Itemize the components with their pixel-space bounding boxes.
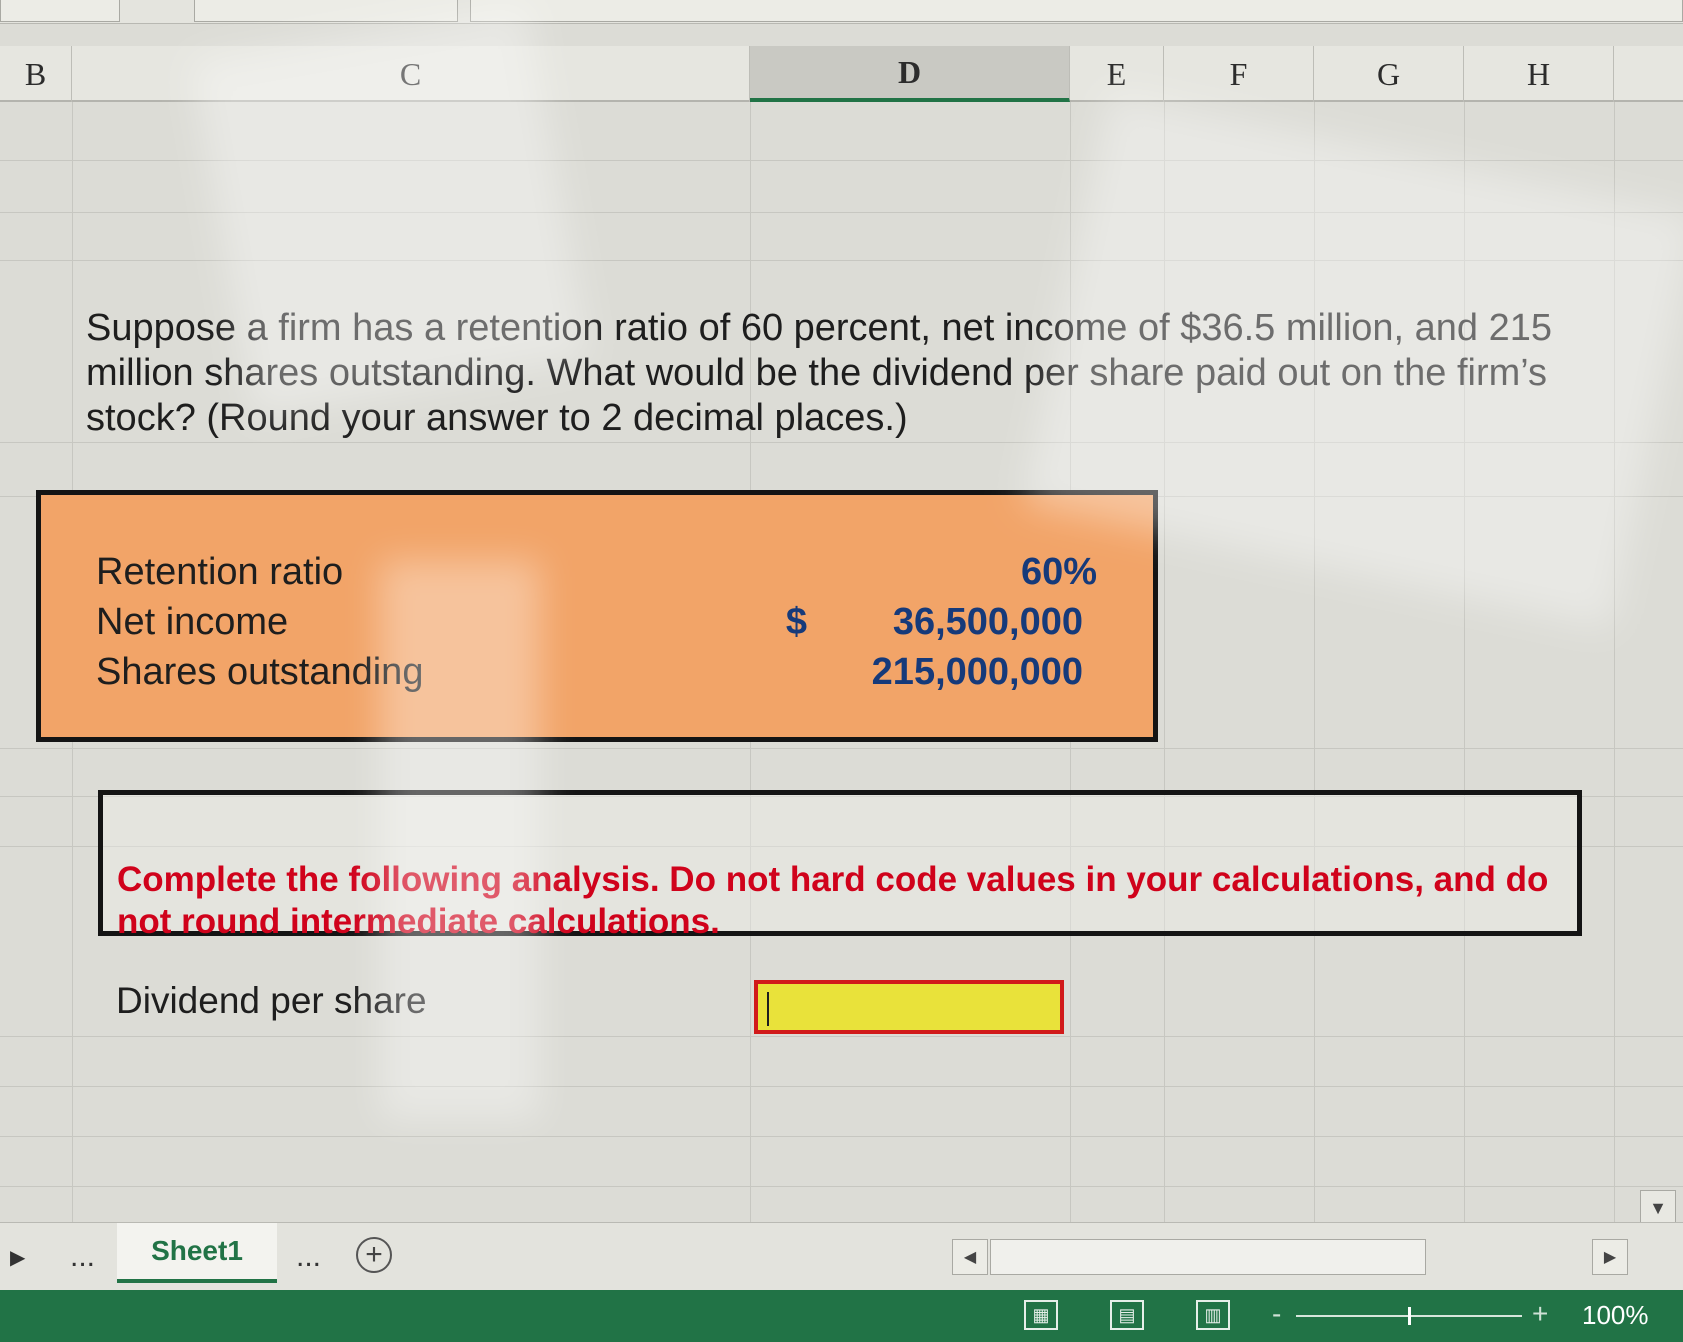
net-income-value[interactable]: 36,500,000 — [831, 601, 1083, 644]
page-layout-icon[interactable]: ▤ — [1110, 1300, 1144, 1330]
zoom-in-icon[interactable]: + — [1532, 1298, 1548, 1330]
currency-symbol: $ — [785, 601, 807, 643]
add-sheet-icon[interactable]: + — [356, 1237, 392, 1273]
status-bar: ▦ ▤ ▥ - + 100% — [0, 1290, 1683, 1342]
formula-function-box[interactable] — [194, 0, 458, 22]
sheet-tab-sheet1[interactable]: Sheet1 — [117, 1223, 277, 1283]
column-header-h[interactable]: H — [1464, 46, 1614, 102]
net-income-label: Net income — [96, 601, 289, 643]
zoom-slider-thumb[interactable] — [1408, 1307, 1411, 1325]
column-header-d[interactable]: D — [750, 46, 1070, 102]
zoom-out-icon[interactable]: - — [1272, 1298, 1281, 1330]
shares-outstanding-label: Shares outstanding — [96, 651, 424, 693]
formula-input[interactable] — [470, 0, 1683, 22]
instruction-box: Complete the following analysis. Do not … — [98, 790, 1582, 941]
sheet-tab-bar: ▶ ... Sheet1 ... + ◀ ▶ — [0, 1222, 1683, 1290]
zoom-level[interactable]: 100% — [1582, 1300, 1649, 1331]
input-data-box: Retention ratio 60% Net income $ 36,500,… — [36, 490, 1158, 742]
normal-view-icon[interactable]: ▦ — [1024, 1300, 1058, 1330]
page-break-icon[interactable]: ▥ — [1196, 1300, 1230, 1330]
column-header-g[interactable]: G — [1314, 46, 1464, 102]
dividend-per-share-label: Dividend per share — [116, 980, 427, 1021]
name-box[interactable] — [0, 0, 120, 22]
scroll-left-icon[interactable]: ◀ — [952, 1239, 988, 1275]
scroll-right-icon[interactable]: ▶ — [1592, 1239, 1628, 1275]
question-text: Suppose a firm has a retention ratio of … — [86, 307, 1553, 439]
retention-ratio-label: Retention ratio — [96, 551, 344, 593]
formula-bar-strip — [0, 0, 1683, 24]
column-header-b[interactable]: B — [0, 46, 72, 102]
column-header-row: B C D E F G H — [0, 46, 1683, 102]
column-header-f[interactable]: F — [1164, 46, 1314, 102]
column-header-e[interactable]: E — [1070, 46, 1164, 102]
column-header-c[interactable]: C — [72, 46, 750, 102]
shares-outstanding-value[interactable]: 215,000,000 — [831, 651, 1083, 694]
play-arrow-icon[interactable]: ▶ — [10, 1223, 25, 1291]
dividend-per-share-input[interactable] — [754, 980, 1064, 1034]
tabs-right-ellipsis[interactable]: ... — [296, 1223, 321, 1291]
instruction-text: Complete the following analysis. Do not … — [117, 860, 1549, 941]
horizontal-scrollbar[interactable] — [990, 1239, 1426, 1275]
retention-ratio-value[interactable]: 60% — [841, 551, 1097, 594]
scroll-down-icon[interactable]: ▼ — [1640, 1190, 1676, 1226]
tabs-left-ellipsis[interactable]: ... — [70, 1223, 95, 1291]
